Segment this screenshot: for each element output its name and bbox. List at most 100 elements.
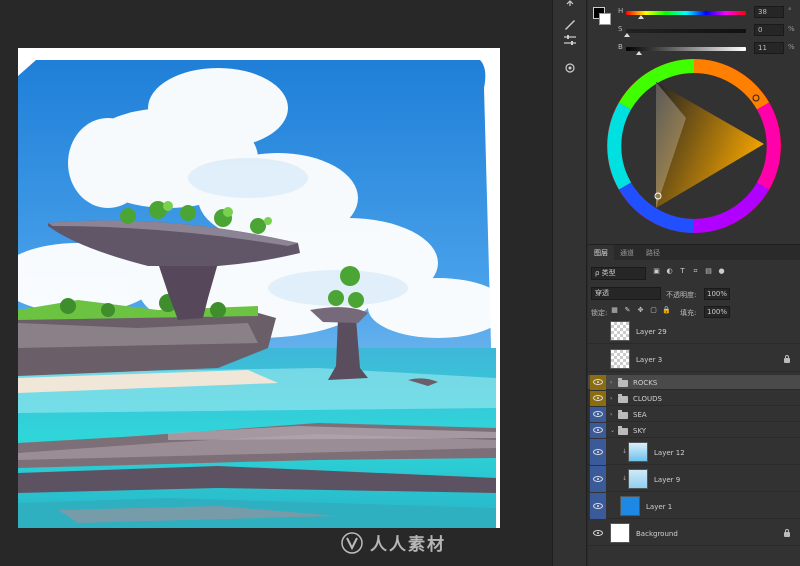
lock-position-icon[interactable]: ✥	[636, 306, 645, 315]
clip-arrow-icon: ↓	[622, 475, 628, 482]
expand-caret-icon[interactable]: ›	[610, 395, 612, 402]
layer-name: CLOUDS	[633, 395, 663, 403]
layer-name: Layer 1	[646, 503, 673, 511]
hue-slider-thumb[interactable]	[638, 15, 644, 19]
layer-name: Layer 12	[654, 449, 685, 457]
layer-thumbnail	[610, 523, 630, 543]
saturation-value-field[interactable]: 0	[754, 24, 784, 36]
folder-open-icon	[618, 426, 628, 435]
layer-row-layer-3[interactable]: Layer 3	[588, 346, 800, 372]
visibility-eye-icon[interactable]	[590, 439, 606, 465]
layer-row-background[interactable]: Background	[588, 520, 800, 546]
brightness-slider-thumb[interactable]	[636, 51, 642, 55]
saturation-slider-thumb[interactable]	[624, 33, 630, 37]
canvas-workspace[interactable]: 人人素材	[0, 0, 552, 566]
layer-row-layer-1[interactable]: Layer 1	[588, 493, 800, 519]
layer-name: Layer 9	[654, 476, 681, 484]
brush-icon[interactable]	[562, 16, 578, 32]
brightness-slider-row: B 11 %	[618, 42, 798, 56]
layers-list: Layer 29 Layer 3 › ROCKS › CLOUDS › SEA …	[588, 318, 800, 548]
layer-name: ROCKS	[633, 379, 658, 387]
opacity-label: 不透明度:	[666, 291, 697, 299]
document-canvas[interactable]	[18, 48, 500, 528]
settings-cog-icon[interactable]	[562, 60, 578, 76]
layer-lock-icon	[784, 529, 790, 537]
lock-label: 锁定:	[591, 309, 608, 317]
lock-artboard-icon[interactable]: ▢	[649, 306, 658, 315]
brightness-value-field[interactable]: 11	[754, 42, 784, 54]
brightness-label: B	[618, 43, 623, 51]
opacity-field[interactable]: 100%	[704, 288, 730, 300]
layer-row-sky[interactable]: ⌄ SKY	[588, 423, 800, 438]
hue-unit: °	[788, 7, 792, 15]
visibility-eye-icon[interactable]	[590, 391, 606, 406]
layer-row-clouds[interactable]: › CLOUDS	[588, 391, 800, 406]
collapse-caret-icon[interactable]: ⌄	[610, 427, 615, 434]
layer-name: SEA	[633, 411, 647, 419]
folder-icon	[618, 394, 628, 403]
lock-transparency-icon[interactable]: ▦	[610, 306, 619, 315]
lock-pixels-icon[interactable]: ✎	[623, 306, 632, 315]
watermark: 人人素材	[340, 530, 446, 555]
layer-name: Layer 3	[636, 356, 663, 364]
layer-filter-select[interactable]: ρ 类型	[591, 267, 646, 280]
adjust-sliders-icon[interactable]	[562, 32, 578, 48]
tab-layers[interactable]: 图层	[588, 245, 614, 260]
layer-name: SKY	[633, 427, 647, 435]
tab-channels[interactable]: 通道	[614, 245, 640, 260]
blend-mode-select[interactable]: 穿透	[591, 287, 661, 300]
layer-lock-icon	[784, 355, 790, 363]
layer-filter-icons: ▣ ◐ T ⌗ ▤ ●	[652, 267, 726, 276]
visibility-eye-icon[interactable]	[590, 423, 606, 438]
layer-row-sea[interactable]: › SEA	[588, 407, 800, 422]
tab-paths[interactable]: 路径	[640, 245, 666, 260]
artwork-illustration	[18, 60, 500, 528]
brightness-unit: %	[788, 43, 795, 51]
watermark-text: 人人素材	[370, 535, 446, 555]
layer-name: Layer 29	[636, 328, 667, 336]
adjustment-filter-icon[interactable]: ◐	[665, 267, 674, 276]
folder-icon	[618, 410, 628, 419]
saturation-unit: %	[788, 25, 795, 33]
expand-caret-icon[interactable]: ›	[610, 379, 612, 386]
layer-row-layer-9[interactable]: ↓ Layer 9	[588, 466, 800, 492]
color-wheel[interactable]	[606, 58, 782, 234]
lock-all-icon[interactable]: 🔒	[662, 306, 671, 315]
smart-object-filter-icon[interactable]: ▤	[704, 267, 713, 276]
layer-thumbnail	[610, 321, 630, 341]
visibility-eye-icon[interactable]	[590, 493, 606, 519]
type-filter-icon[interactable]: T	[678, 267, 687, 276]
saturation-label: S	[618, 25, 623, 33]
visibility-eye-icon[interactable]	[590, 375, 606, 390]
watermark-logo-icon	[341, 531, 363, 554]
layers-tabs: 图层 通道 路径	[588, 244, 800, 260]
layer-row-layer-12[interactable]: ↓ Layer 12	[588, 439, 800, 465]
visibility-eye-icon[interactable]	[590, 407, 606, 422]
hue-value-field[interactable]: 38	[754, 6, 784, 18]
color-panel: H 38 ° S 0 % B 11 %	[588, 0, 800, 240]
saturation-slider[interactable]	[626, 29, 746, 33]
expand-caret-icon[interactable]: ›	[610, 411, 612, 418]
layer-name: Background	[636, 530, 678, 538]
layer-thumbnail	[620, 496, 640, 516]
layer-row-rocks[interactable]: › ROCKS	[588, 375, 800, 390]
fill-label: 填充:	[680, 309, 697, 317]
pixel-filter-icon[interactable]: ▣	[652, 267, 661, 276]
lock-options: ▦ ✎ ✥ ▢ 🔒	[610, 306, 671, 315]
clip-arrow-icon: ↓	[622, 448, 628, 455]
visibility-eye-icon[interactable]	[590, 466, 606, 492]
fill-field[interactable]: 100%	[704, 306, 730, 318]
shape-filter-icon[interactable]: ⌗	[691, 267, 700, 276]
visibility-eye-icon[interactable]	[590, 520, 606, 546]
panel-tool-strip	[552, 0, 587, 566]
folder-icon	[618, 378, 628, 387]
hue-slider[interactable]	[626, 11, 746, 15]
hue-slider-row: H 38 °	[618, 6, 798, 20]
filter-toggle-icon[interactable]: ●	[717, 267, 726, 276]
brightness-slider[interactable]	[626, 47, 746, 51]
layer-thumbnail	[628, 442, 648, 462]
layer-row-layer-29[interactable]: Layer 29	[588, 318, 800, 344]
layer-thumbnail	[610, 349, 630, 369]
move-arrow-icon[interactable]	[562, 0, 578, 16]
background-color-swatch[interactable]	[599, 13, 611, 25]
